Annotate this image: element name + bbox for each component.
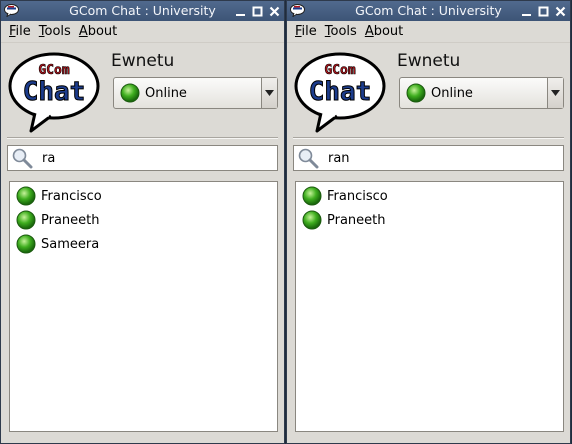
- maximize-icon[interactable]: [250, 4, 265, 19]
- title-bar[interactable]: GCom Chat : University: [287, 1, 570, 21]
- dropdown-arrow-icon[interactable]: [547, 78, 563, 108]
- menu-item-about[interactable]: About: [79, 24, 117, 39]
- chat-window: GCom Chat : University File Tools About GC…: [286, 0, 571, 444]
- contact-item[interactable]: Francisco: [10, 184, 277, 208]
- profile-header: GCom Chat Ewnetu Online: [1, 43, 284, 135]
- search-input[interactable]: [42, 150, 262, 166]
- search-icon: [298, 148, 319, 169]
- logo-text-bottom: Chat: [309, 77, 372, 107]
- online-dot-icon: [16, 186, 36, 206]
- online-dot-icon: [302, 210, 322, 230]
- menu-bar: File Tools About: [1, 21, 284, 43]
- status-label: Online: [145, 85, 187, 101]
- contact-item[interactable]: Francisco: [296, 184, 563, 208]
- menu-item-file[interactable]: File: [9, 24, 31, 39]
- minimize-icon[interactable]: [233, 4, 248, 19]
- username: Ewnetu: [111, 51, 175, 71]
- online-dot-icon: [16, 210, 36, 230]
- menu-item-about[interactable]: About: [365, 24, 403, 39]
- contact-item[interactable]: Sameera: [10, 232, 277, 256]
- menu-bar: File Tools About: [287, 21, 570, 43]
- logo-text-top: GCom: [324, 63, 355, 78]
- menu-item-file[interactable]: File: [295, 24, 317, 39]
- menu-label: bout: [87, 24, 118, 39]
- menu-label: ile: [15, 24, 31, 39]
- online-dot-icon: [406, 83, 426, 103]
- online-dot-icon: [302, 186, 322, 206]
- menu-item-tools[interactable]: Tools: [325, 24, 357, 39]
- status-select[interactable]: Online: [399, 77, 564, 109]
- minimize-icon[interactable]: [519, 4, 534, 19]
- window-controls: [233, 1, 282, 21]
- gcom-chat-logo: GCom Chat: [8, 52, 100, 133]
- menu-label: bout: [373, 24, 404, 39]
- menu-item-tools[interactable]: Tools: [39, 24, 71, 39]
- status-label: Online: [431, 85, 473, 101]
- online-dot-icon: [16, 234, 36, 254]
- chat-window: GCom Chat : University File Tools About GC…: [0, 0, 285, 444]
- separator: [293, 137, 564, 139]
- dropdown-arrow-icon[interactable]: [261, 78, 277, 108]
- online-dot-icon: [120, 83, 140, 103]
- contact-name: Sameera: [41, 236, 100, 252]
- window-controls: [519, 1, 568, 21]
- gcom-chat-logo: GCom Chat: [294, 52, 386, 133]
- status-select[interactable]: Online: [113, 77, 278, 109]
- separator: [7, 137, 278, 139]
- menu-label: ools: [330, 24, 357, 39]
- menu-accel: A: [364, 24, 374, 39]
- contact-list[interactable]: Francisco Praneeth: [295, 181, 564, 432]
- search-icon: [12, 148, 33, 169]
- contact-name: Praneeth: [41, 212, 100, 228]
- contact-name: Francisco: [41, 188, 102, 204]
- search-box[interactable]: [7, 145, 278, 171]
- contact-list[interactable]: Francisco Praneeth Sameera: [9, 181, 278, 432]
- maximize-icon[interactable]: [536, 4, 551, 19]
- menu-label: ools: [44, 24, 71, 39]
- menu-accel: A: [78, 24, 88, 39]
- logo-text-top: GCom: [38, 63, 69, 78]
- close-icon[interactable]: [553, 4, 568, 19]
- contact-item[interactable]: Praneeth: [296, 208, 563, 232]
- contact-name: Praneeth: [327, 212, 386, 228]
- search-box[interactable]: [293, 145, 564, 171]
- contact-name: Francisco: [327, 188, 388, 204]
- profile-header: GCom Chat Ewnetu Online: [287, 43, 570, 135]
- menu-label: ile: [301, 24, 317, 39]
- search-input[interactable]: [328, 150, 548, 166]
- title-bar[interactable]: GCom Chat : University: [1, 1, 284, 21]
- contact-item[interactable]: Praneeth: [10, 208, 277, 232]
- username: Ewnetu: [397, 51, 461, 71]
- close-icon[interactable]: [267, 4, 282, 19]
- logo-text-bottom: Chat: [23, 77, 86, 107]
